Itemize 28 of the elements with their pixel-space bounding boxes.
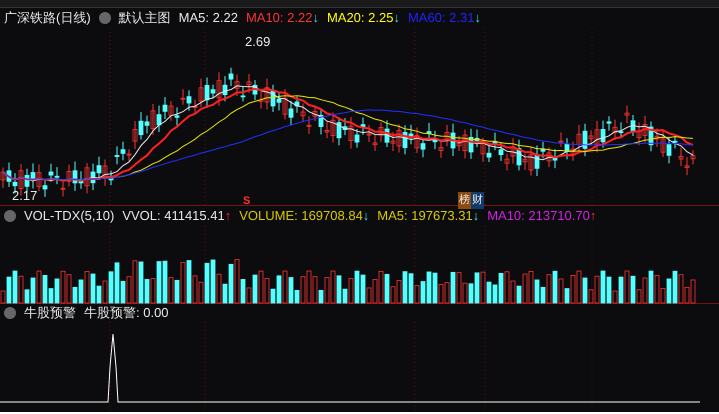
indicator-value: MA10: 213710.70	[487, 207, 590, 226]
indicator-value: 牛股预警: 0.00	[84, 304, 169, 322]
indicator-value: VVOL: 411415.41	[122, 207, 225, 226]
trend-arrow: ↓	[312, 9, 319, 28]
chart-title: 牛股预警	[24, 304, 76, 322]
trend-arrow: ↓	[393, 9, 400, 28]
dropdown-icon[interactable]	[98, 12, 111, 24]
indicator-value: MA5: 2.22	[178, 9, 238, 28]
signal-mark: S	[243, 194, 250, 209]
trend-arrow: ↓	[474, 9, 481, 28]
indicator-value: MA20: 2.25	[326, 9, 394, 28]
indicator-value: MA60: 2.31	[408, 9, 474, 28]
low-price-label: 2.17	[12, 187, 38, 205]
trend-arrow: ↓	[472, 207, 480, 226]
dropdown-icon[interactable]	[4, 307, 16, 319]
template-name: 默认主图	[118, 9, 171, 28]
trend-arrow: ↓	[362, 207, 370, 226]
indicator-value: MA5: 197673.31	[377, 207, 473, 226]
trend-arrow: ↑	[224, 207, 232, 226]
trend-arrow: ↑	[590, 207, 596, 226]
dropdown-icon[interactable]	[4, 210, 16, 222]
news-badge[interactable]: 榜	[458, 192, 471, 208]
indicator-value: MA10: 2.22	[246, 9, 312, 28]
indicator-value: VOLUME: 169708.84	[239, 207, 363, 226]
chart-title: 广深铁路(日线)	[4, 9, 91, 28]
chart-title: VOL-TDX(5,10)	[24, 207, 114, 226]
news-badge[interactable]: 财	[471, 192, 484, 208]
high-price-label: 2.69	[245, 33, 270, 51]
